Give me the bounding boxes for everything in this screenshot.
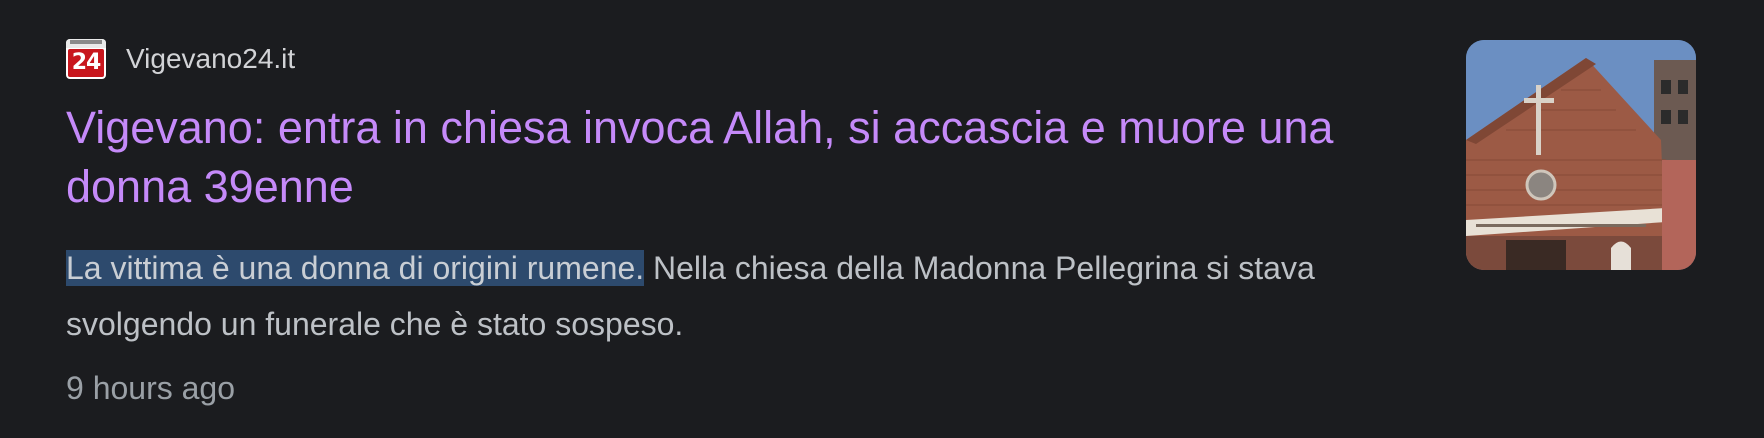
church-photo-thumbnail <box>1466 40 1696 270</box>
source-name[interactable]: Vigevano24.it <box>126 38 295 80</box>
source-row[interactable]: 24 Vigevano24.it <box>66 38 295 80</box>
news-result-card[interactable]: 24 Vigevano24.it Vigevano: entra in chie… <box>0 0 1764 438</box>
timestamp: 9 hours ago <box>66 370 236 406</box>
article-title-link[interactable]: Vigevano: entra in chiesa invoca Allah, … <box>66 98 1406 216</box>
snippet-highlighted-text: La vittima è una donna di origini rumene… <box>66 250 645 286</box>
article-thumbnail[interactable] <box>1466 40 1696 270</box>
vigevano24-logo-icon: 24 <box>66 39 106 79</box>
article-snippet: La vittima è una donna di origini rumene… <box>66 240 1416 352</box>
